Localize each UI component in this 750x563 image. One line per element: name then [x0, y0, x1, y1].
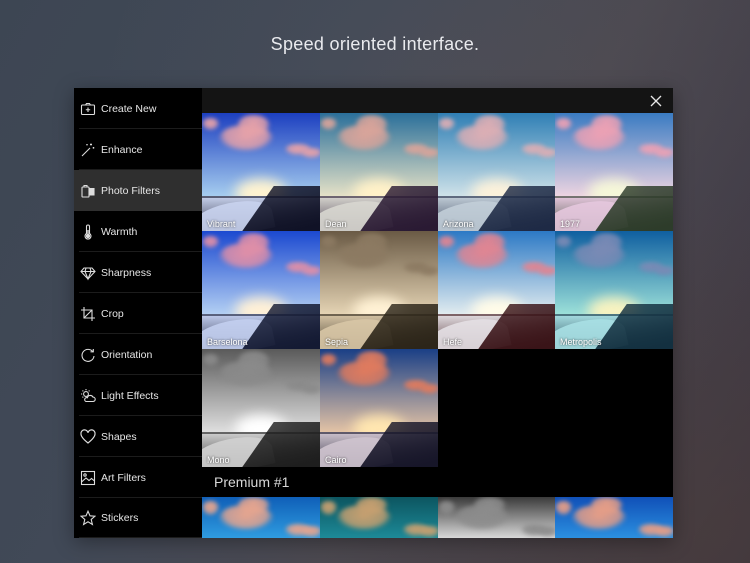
thumbnail-image — [202, 349, 320, 467]
thermometer-icon — [80, 224, 96, 240]
section-title: Premium #1 — [214, 474, 290, 490]
sidebar-item-label: Stickers — [101, 512, 139, 524]
camera-plus-icon — [80, 101, 96, 117]
filter-name: Metropolis — [560, 337, 602, 347]
thumbnail-image — [555, 497, 673, 538]
thumbnail-image — [202, 113, 320, 231]
filter-name: Mono — [207, 455, 230, 465]
sidebar-item-label: Shapes — [101, 430, 137, 443]
sidebar-item-label: Sharpness — [101, 266, 152, 279]
thumbnail-image — [320, 231, 438, 349]
premium-section-header: Premium #1 — [202, 467, 673, 497]
thumbnail-image — [320, 349, 438, 467]
rotate-icon — [80, 347, 96, 363]
sun-cloud-icon — [80, 388, 96, 404]
premium-filter-tile[interactable] — [555, 497, 673, 538]
sidebar-item-label: Orientation — [101, 348, 153, 361]
sidebar-item-orientation[interactable]: Orientation — [74, 334, 202, 375]
magic-wand-icon — [80, 142, 96, 158]
filter-tile-mono[interactable]: Mono — [202, 349, 320, 467]
sidebar-item-label: Create New — [101, 102, 157, 115]
sidebar-item-label: Crop — [101, 307, 124, 320]
star-icon — [80, 510, 96, 526]
filter-tile-hefe[interactable]: Hefe — [438, 231, 556, 349]
sidebar-item-label: Art Filters — [101, 471, 146, 484]
filter-tile-1977[interactable]: 1977 — [555, 113, 673, 231]
top-bar — [202, 88, 673, 113]
filter-tile-cairo[interactable]: Cairo — [320, 349, 438, 467]
image-icon — [80, 470, 96, 486]
filter-tile-metropolis[interactable]: Metropolis — [555, 231, 673, 349]
film-canister-icon — [80, 183, 96, 199]
filter-name: Dean — [325, 219, 347, 229]
sidebar-item-crop[interactable]: Crop — [74, 293, 202, 334]
thumbnail-image — [320, 113, 438, 231]
filter-tile-arizona[interactable]: Arizona — [438, 113, 556, 231]
editor-panel: Create New Enhance Photo Filters Warmth … — [74, 88, 673, 538]
sidebar-item-photo-filters[interactable]: Photo Filters — [74, 170, 202, 211]
filter-name: Sepia — [325, 337, 349, 347]
sidebar-item-create-new[interactable]: Create New — [74, 88, 202, 129]
filters-content: Vibrant Dean Arizona 1977 Barselona Sepia Hefe… — [202, 88, 673, 538]
tools-sidebar: Create New Enhance Photo Filters Warmth … — [74, 88, 202, 538]
thumbnail-image — [202, 497, 320, 538]
sidebar-item-shapes[interactable]: Shapes — [74, 416, 202, 457]
premium-filter-tile[interactable] — [202, 497, 320, 538]
filter-tile-barselona[interactable]: Barselona — [202, 231, 320, 349]
thumbnail-image — [202, 231, 320, 349]
crop-icon — [80, 306, 96, 322]
sidebar-item-sharpness[interactable]: Sharpness — [74, 252, 202, 293]
filter-tile-sepia[interactable]: Sepia — [320, 231, 438, 349]
premium-filter-tile[interactable] — [438, 497, 556, 538]
filter-name: Cairo — [325, 455, 347, 465]
premium-filter-row — [202, 497, 673, 538]
filter-name: 1977 — [560, 219, 581, 229]
sidebar-item-art-filters[interactable]: Art Filters — [74, 457, 202, 498]
sidebar-item-label: Photo Filters — [101, 184, 160, 197]
filter-name: Vibrant — [207, 219, 236, 229]
thumbnail-image — [438, 113, 556, 231]
thumbnail-image — [555, 231, 673, 349]
sidebar-item-warmth[interactable]: Warmth — [74, 211, 202, 252]
sidebar-item-label: Warmth — [101, 225, 138, 238]
filter-name: Arizona — [443, 219, 474, 229]
sidebar-item-label: Enhance — [101, 143, 143, 156]
filter-name: Barselona — [207, 337, 248, 347]
thumbnail-image — [555, 113, 673, 231]
diamond-icon — [80, 265, 96, 281]
close-icon — [650, 95, 662, 107]
filter-name: Hefe — [443, 337, 463, 347]
filter-tile-vibrant[interactable]: Vibrant — [202, 113, 320, 231]
sidebar-item-enhance[interactable]: Enhance — [74, 129, 202, 170]
page-headline: Speed oriented interface. — [270, 34, 480, 54]
premium-filter-tile[interactable] — [320, 497, 438, 538]
thumbnail-image — [438, 231, 556, 349]
sidebar-item-stickers[interactable]: Stickers — [74, 498, 202, 538]
sidebar-item-light-effects[interactable]: Light Effects — [74, 375, 202, 416]
thumbnail-image — [438, 497, 556, 538]
heart-icon — [80, 428, 96, 445]
thumbnail-image — [320, 497, 438, 538]
close-button[interactable] — [649, 94, 663, 108]
sidebar-item-label: Light Effects — [101, 389, 159, 402]
filter-tile-dean[interactable]: Dean — [320, 113, 438, 231]
